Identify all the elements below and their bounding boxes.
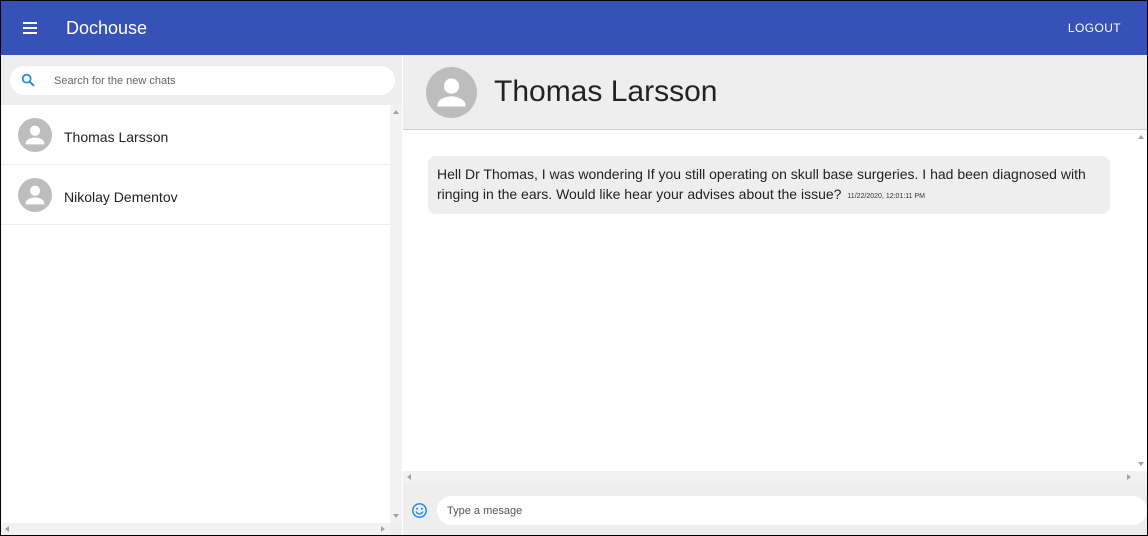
scroll-left-icon[interactable]: [407, 474, 411, 480]
scroll-up-icon[interactable]: [1138, 135, 1144, 139]
logout-button[interactable]: LOGOUT: [1068, 21, 1121, 35]
message-area: Hell Dr Thomas, I was wondering If you s…: [403, 131, 1135, 471]
sidebar: Thomas Larsson Nikolay Dementov: [1, 55, 402, 535]
messages-vertical-scrollbar[interactable]: [1135, 131, 1147, 471]
scroll-right-icon[interactable]: [381, 526, 385, 532]
chat-list-item-label: Thomas Larsson: [64, 129, 169, 145]
message-bubble: Hell Dr Thomas, I was wondering If you s…: [428, 156, 1110, 214]
search-icon[interactable]: [20, 72, 36, 88]
search-bar: [10, 66, 395, 95]
chat-contact-name: Thomas Larsson: [494, 75, 718, 108]
scroll-up-icon[interactable]: [393, 110, 399, 114]
emoji-icon[interactable]: [411, 502, 428, 519]
message-text: Hell Dr Thomas, I was wondering If you s…: [437, 166, 1086, 202]
person-icon: [18, 178, 52, 212]
scroll-down-icon[interactable]: [393, 514, 399, 518]
chat-list: Thomas Larsson Nikolay Dementov: [1, 105, 390, 523]
chat-list-item-label: Nikolay Dementov: [64, 189, 178, 205]
app-title: Dochouse: [66, 18, 148, 38]
scroll-right-icon[interactable]: [1127, 474, 1131, 480]
message-input[interactable]: [437, 496, 1147, 525]
message-timestamp: 11/22/2020, 12:01:11 PM: [847, 193, 925, 200]
scroll-left-icon[interactable]: [5, 526, 9, 532]
messages-horizontal-scrollbar[interactable]: [403, 471, 1147, 483]
chat-list-item-nikolay-dementov[interactable]: Nikolay Dementov: [1, 165, 390, 225]
search-input[interactable]: [54, 70, 384, 91]
message-composer: [403, 483, 1147, 535]
person-icon: [18, 118, 52, 152]
chat-list-vertical-scrollbar[interactable]: [390, 105, 402, 523]
person-icon: [426, 67, 477, 118]
chat-header: Thomas Larsson: [403, 55, 1147, 130]
app-bar: Dochouse LOGOUT: [1, 1, 1147, 55]
chat-list-item-thomas-larsson[interactable]: Thomas Larsson: [1, 105, 390, 165]
scroll-down-icon[interactable]: [1138, 462, 1144, 466]
menu-icon[interactable]: [19, 19, 41, 37]
app-window: Dochouse LOGOUT Thomas Larsson Nikol: [0, 0, 1148, 536]
chat-list-horizontal-scrollbar[interactable]: [1, 523, 390, 535]
